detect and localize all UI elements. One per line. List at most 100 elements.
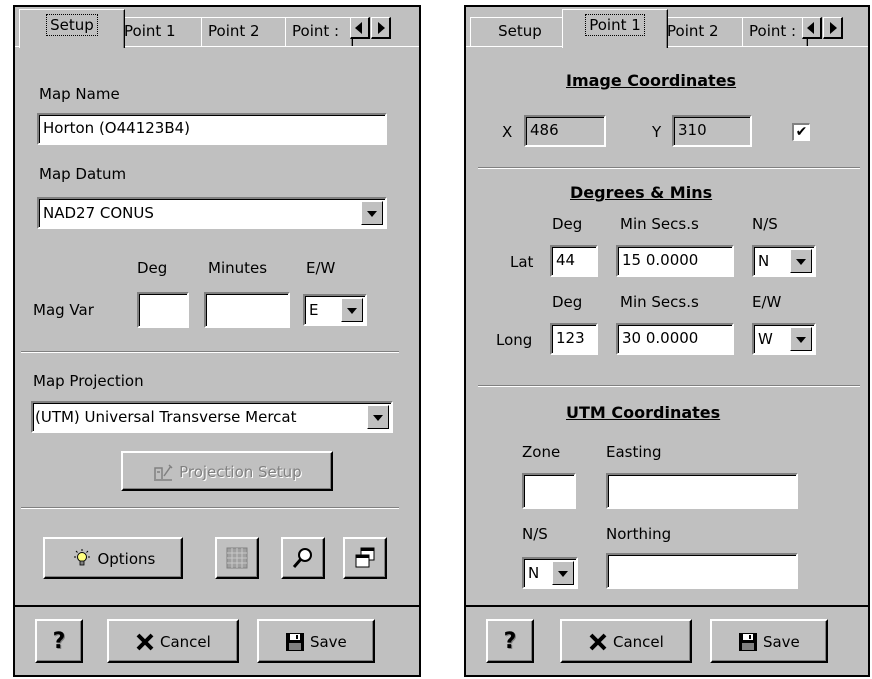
help-button[interactable]: ? bbox=[486, 619, 534, 663]
dropdown-arrow-icon bbox=[347, 308, 357, 314]
right-bottom-bar: ? Cancel Save bbox=[466, 605, 868, 675]
dropdown-arrow-icon bbox=[558, 571, 568, 577]
grid-map-button[interactable] bbox=[215, 537, 259, 579]
grid-map-icon bbox=[226, 547, 248, 569]
northing-label: Northing bbox=[606, 525, 672, 543]
right-panel: Setup Point 1 Point 2 Point : Image Coor… bbox=[464, 5, 870, 677]
mag-var-deg-label: Deg bbox=[137, 259, 168, 277]
mag-var-ew-select[interactable]: E bbox=[303, 294, 367, 326]
long-label: Long bbox=[496, 331, 533, 349]
long-deg-field[interactable]: 123 bbox=[550, 323, 598, 355]
lat-ns-value: N bbox=[758, 252, 770, 270]
cancel-button[interactable]: Cancel bbox=[560, 619, 692, 663]
cancel-x-icon bbox=[589, 633, 607, 650]
checkbox-checkmark: ✔ bbox=[795, 124, 808, 140]
degrees-mins-title: Degrees & Mins bbox=[570, 183, 713, 202]
tab-point-2[interactable]: Point 2 bbox=[201, 17, 291, 46]
zone-label: Zone bbox=[522, 443, 561, 461]
map-name-label: Map Name bbox=[39, 85, 120, 103]
utm-ns-label: N/S bbox=[522, 525, 548, 543]
zoom-button[interactable] bbox=[281, 537, 325, 579]
tab-scroll-right-button[interactable] bbox=[371, 17, 391, 39]
long-min-secs-label: Min Secs.s bbox=[620, 293, 699, 311]
tab-scroll-right-button[interactable] bbox=[823, 17, 843, 39]
utm-ns-value: N bbox=[528, 564, 540, 582]
zone-field[interactable] bbox=[522, 473, 576, 509]
image-coordinates-title: Image Coordinates bbox=[566, 71, 737, 90]
northing-field[interactable] bbox=[606, 553, 798, 589]
image-coords-checkbox[interactable]: ✔ bbox=[792, 123, 810, 141]
separator bbox=[21, 351, 399, 353]
save-floppy-icon bbox=[286, 632, 305, 651]
utm-ns-dropdown-button[interactable] bbox=[552, 561, 574, 585]
cancel-label: Cancel bbox=[612, 632, 664, 651]
tab-point-1[interactable]: Point 1 bbox=[117, 17, 207, 46]
dropdown-arrow-icon bbox=[367, 211, 377, 217]
map-datum-select[interactable]: NAD27 CONUS bbox=[37, 197, 387, 229]
long-min-secs-field[interactable]: 30 0.0000 bbox=[616, 323, 734, 355]
mag-var-deg-field[interactable] bbox=[137, 292, 189, 328]
lat-deg-label: Deg bbox=[552, 215, 583, 233]
save-label: Save bbox=[309, 632, 347, 651]
utm-ns-select[interactable]: N bbox=[522, 557, 578, 589]
mag-var-label: Mag Var bbox=[33, 301, 94, 319]
separator bbox=[478, 167, 860, 169]
tab-point-1[interactable]: Point 1 bbox=[562, 9, 668, 48]
window-copy-button[interactable] bbox=[343, 537, 387, 579]
mag-var-minutes-field[interactable] bbox=[204, 292, 290, 328]
long-ew-dropdown-button[interactable] bbox=[790, 327, 812, 351]
easting-label: Easting bbox=[606, 443, 662, 461]
lat-ns-select[interactable]: N bbox=[752, 245, 816, 277]
tab-point-2[interactable]: Point 2 bbox=[660, 17, 748, 46]
help-button[interactable]: ? bbox=[35, 619, 83, 663]
separator bbox=[21, 507, 399, 509]
save-button[interactable]: Save bbox=[710, 619, 828, 663]
scroll-right-icon bbox=[830, 22, 837, 34]
map-projection-label: Map Projection bbox=[33, 372, 144, 390]
lightbulb-icon bbox=[73, 548, 90, 565]
mag-var-ew-label: E/W bbox=[306, 259, 336, 277]
long-ew-value: W bbox=[758, 330, 773, 348]
x-label: X bbox=[502, 123, 513, 141]
left-panel: Setup Point 1 Point 2 Point : Map Name H… bbox=[13, 5, 421, 677]
cancel-label: Cancel bbox=[159, 632, 211, 651]
mag-var-minutes-label: Minutes bbox=[208, 259, 268, 277]
cancel-button[interactable]: Cancel bbox=[107, 619, 239, 663]
map-datum-dropdown-button[interactable] bbox=[361, 201, 383, 225]
scroll-left-icon bbox=[807, 22, 814, 34]
lat-min-secs-field[interactable]: 15 0.0000 bbox=[616, 245, 734, 277]
tab-setup[interactable]: Setup bbox=[19, 9, 125, 48]
y-label: Y bbox=[652, 123, 662, 141]
save-button[interactable]: Save bbox=[257, 619, 375, 663]
image-x-field[interactable]: 486 bbox=[524, 115, 606, 147]
cancel-x-icon bbox=[136, 633, 154, 650]
map-datum-label: Map Datum bbox=[39, 165, 127, 183]
tab-point-3[interactable]: Point : bbox=[285, 17, 353, 46]
right-tab-strip: Setup Point 1 Point 2 Point : bbox=[466, 7, 868, 48]
projection-setup-button[interactable]: Projection Setup bbox=[121, 451, 333, 491]
options-button[interactable]: Options bbox=[43, 537, 183, 579]
mag-var-ew-dropdown-button[interactable] bbox=[341, 298, 363, 322]
left-bottom-bar: ? Cancel Save bbox=[15, 605, 419, 675]
dropdown-arrow-icon bbox=[796, 259, 806, 265]
help-icon: ? bbox=[503, 628, 517, 654]
map-name-field[interactable]: Horton (O44123B4) bbox=[37, 113, 387, 145]
image-y-field[interactable]: 310 bbox=[672, 115, 752, 147]
tab-setup[interactable]: Setup bbox=[470, 17, 570, 46]
tab-scroll-left-button[interactable] bbox=[802, 17, 822, 39]
tab-point-3[interactable]: Point : bbox=[742, 17, 808, 46]
help-icon: ? bbox=[52, 628, 66, 654]
lat-ns-dropdown-button[interactable] bbox=[790, 249, 812, 273]
map-projection-select[interactable]: (UTM) Universal Transverse Mercat bbox=[31, 401, 393, 433]
map-projection-dropdown-button[interactable] bbox=[367, 405, 389, 429]
long-ew-select[interactable]: W bbox=[752, 323, 816, 355]
mag-var-ew-value: E bbox=[309, 301, 319, 319]
lat-deg-field[interactable]: 44 bbox=[550, 245, 598, 277]
map-datum-value: NAD27 CONUS bbox=[43, 204, 154, 222]
left-tab-strip: Setup Point 1 Point 2 Point : bbox=[15, 7, 419, 48]
easting-field[interactable] bbox=[606, 473, 798, 509]
lat-min-secs-label: Min Secs.s bbox=[620, 215, 699, 233]
tab-scroll-left-button[interactable] bbox=[350, 17, 370, 39]
utm-coordinates-title: UTM Coordinates bbox=[566, 403, 721, 422]
projection-setup-icon bbox=[154, 463, 173, 481]
